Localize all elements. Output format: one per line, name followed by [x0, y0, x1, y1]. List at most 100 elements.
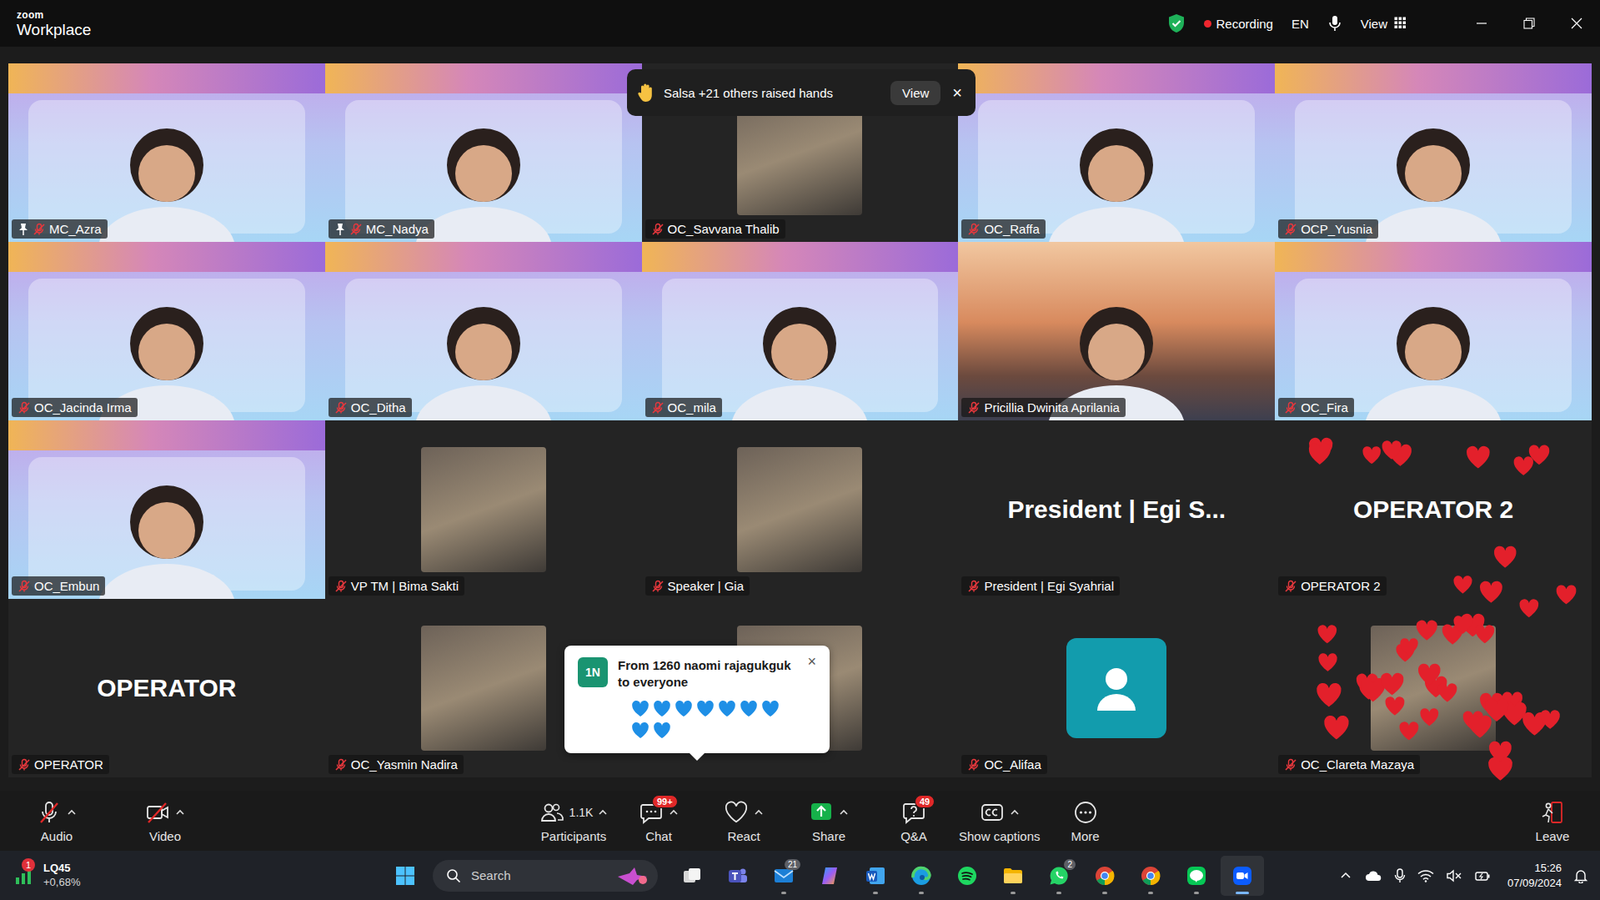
- menu-caret-icon[interactable]: [175, 807, 186, 818]
- minimize-button[interactable]: [1457, 0, 1505, 47]
- heart-reaction: [1451, 573, 1475, 597]
- muted-mic-icon: [967, 757, 981, 772]
- participant-tile[interactable]: MC_Azra: [8, 63, 326, 242]
- toolbar-button[interactable]: 1.1K Participants: [533, 798, 614, 843]
- taskbar-app[interactable]: [807, 855, 852, 896]
- menu-caret-icon[interactable]: [1009, 807, 1020, 818]
- close-chat-notification-button[interactable]: ×: [807, 653, 817, 669]
- camera-icon: [145, 799, 171, 825]
- heart-reaction: [1435, 681, 1460, 705]
- search-icon: [446, 867, 462, 883]
- participant-tile[interactable]: OCP_Yusnia: [1274, 63, 1592, 242]
- taskbar-app[interactable]: [853, 855, 898, 896]
- heart-reaction: [1379, 438, 1404, 462]
- heart-reaction: [1357, 679, 1380, 703]
- muted-mic-icon: [651, 222, 665, 236]
- participant-tile[interactable]: OC_Clareta Mazaya: [1274, 598, 1592, 778]
- toolbar-label: Chat: [645, 828, 673, 843]
- chat-notification[interactable]: 1N From 1260 naomi rajagukguk to everyon…: [564, 645, 830, 753]
- toolbar-button[interactable]: 49 Q&A: [873, 798, 954, 843]
- taskbar-app[interactable]: 21: [762, 855, 806, 896]
- restore-button[interactable]: [1504, 0, 1553, 47]
- heart-reaction: [1477, 690, 1506, 719]
- toolbar-button[interactable]: More: [1045, 798, 1126, 843]
- toolbar-button[interactable]: Video: [125, 798, 206, 843]
- participant-name: OCP_Yusnia: [1300, 221, 1373, 236]
- taskbar-app[interactable]: 2: [1037, 855, 1081, 896]
- participant-name-label: OC_Embun: [11, 576, 106, 596]
- heart-reaction: [1397, 719, 1421, 743]
- taskbar-app[interactable]: [899, 855, 943, 896]
- menu-caret-icon[interactable]: [66, 807, 77, 818]
- toolbar-button[interactable]: Share: [788, 798, 869, 843]
- menu-caret-icon[interactable]: [753, 807, 764, 818]
- virtual-background-video: [1274, 63, 1592, 242]
- participant-tile[interactable]: Speaker | Gia: [642, 420, 959, 599]
- person-silhouette-icon: [716, 286, 883, 421]
- security-shield-icon[interactable]: [1167, 13, 1186, 34]
- chevron-up-icon[interactable]: [1339, 868, 1353, 883]
- menu-caret-icon[interactable]: [597, 807, 608, 818]
- participant-tile[interactable]: OPERATOR OPERATOR: [8, 598, 326, 778]
- stock-widget[interactable]: 1 LQ45 +0,68%: [13, 861, 384, 890]
- participant-name-label: OPERATOR 2: [1278, 576, 1386, 596]
- menu-caret-icon[interactable]: [838, 807, 849, 818]
- heart-icon: [1554, 582, 1579, 607]
- onedrive-cloud-icon[interactable]: [1364, 868, 1383, 883]
- participant-tile[interactable]: OPERATOR 2 OPERATOR 2: [1274, 420, 1592, 599]
- toolbar-button[interactable]: Show captions: [958, 798, 1041, 843]
- participant-name: Pricillia Dwinita Aprilania: [983, 400, 1120, 415]
- taskbar-app[interactable]: [716, 855, 760, 896]
- heart-icon: [1360, 444, 1383, 467]
- taskbar-app[interactable]: [670, 855, 714, 896]
- participant-tile[interactable]: OC_Fira: [1274, 241, 1592, 421]
- leave-button[interactable]: Leave: [1523, 798, 1582, 843]
- heart-icon: [1499, 699, 1530, 729]
- participant-tile[interactable]: OC_Alifaa: [957, 598, 1275, 778]
- taskbar-search[interactable]: Search: [432, 859, 658, 892]
- participant-tile[interactable]: OC_Jacinda Irma: [8, 241, 326, 421]
- language-button[interactable]: EN: [1291, 16, 1310, 31]
- media-controls: Audio Video: [16, 798, 534, 843]
- taskbar-app[interactable]: [1174, 855, 1219, 896]
- participant-name-label: VP TM | Bima Sakti: [328, 576, 465, 596]
- view-raised-hands-button[interactable]: View: [890, 80, 941, 106]
- speaker-icon[interactable]: [1445, 868, 1463, 883]
- default-avatar: [1066, 637, 1167, 738]
- taskbar-app[interactable]: [991, 855, 1035, 896]
- battery-icon[interactable]: [1474, 868, 1491, 883]
- menu-caret-icon[interactable]: [668, 807, 679, 818]
- participant-tile[interactable]: MC_Nadya: [325, 63, 643, 242]
- wifi-icon[interactable]: [1417, 868, 1435, 883]
- toolbar-label: Participants: [541, 828, 607, 843]
- participant-tile[interactable]: OC_Raffa: [957, 63, 1275, 242]
- participant-name-label: MC_Azra: [11, 219, 108, 239]
- participant-tile[interactable]: Pricillia Dwinita Aprilania: [957, 241, 1275, 421]
- view-button[interactable]: View: [1360, 16, 1408, 31]
- participant-tile[interactable]: OC_mila: [642, 241, 959, 421]
- restore-icon: [1523, 17, 1535, 30]
- participant-tile[interactable]: OC_Embun: [8, 420, 326, 599]
- participant-tile[interactable]: VP TM | Bima Sakti: [325, 420, 643, 599]
- close-button[interactable]: [1552, 0, 1600, 47]
- taskbar-app[interactable]: [1083, 855, 1127, 896]
- participant-tile[interactable]: President | Egi S... President | Egi Sya…: [957, 420, 1275, 599]
- microphone-icon[interactable]: [1327, 15, 1343, 32]
- stock-name: LQ45: [43, 861, 81, 876]
- recording-indicator[interactable]: Recording: [1203, 16, 1274, 31]
- muted-mic-icon: [334, 757, 348, 772]
- clock[interactable]: 15:26 07/09/2024: [1507, 860, 1562, 890]
- taskbar-app[interactable]: [1220, 855, 1264, 896]
- virtual-background-video: [642, 241, 959, 421]
- dismiss-button[interactable]: ×: [948, 83, 966, 103]
- toolbar-button[interactable]: React: [703, 798, 784, 843]
- start-button[interactable]: [383, 855, 427, 896]
- taskbar-app[interactable]: [1128, 855, 1173, 896]
- toolbar-button[interactable]: Audio: [16, 798, 97, 843]
- microphone-icon[interactable]: [1394, 867, 1406, 883]
- toolbar-button[interactable]: 99+ Chat: [618, 798, 699, 843]
- taskbar-app[interactable]: [945, 855, 989, 896]
- heart-reaction: [1451, 613, 1475, 637]
- notification-bell-icon[interactable]: [1573, 867, 1589, 883]
- participant-tile[interactable]: OC_Ditha: [325, 241, 643, 421]
